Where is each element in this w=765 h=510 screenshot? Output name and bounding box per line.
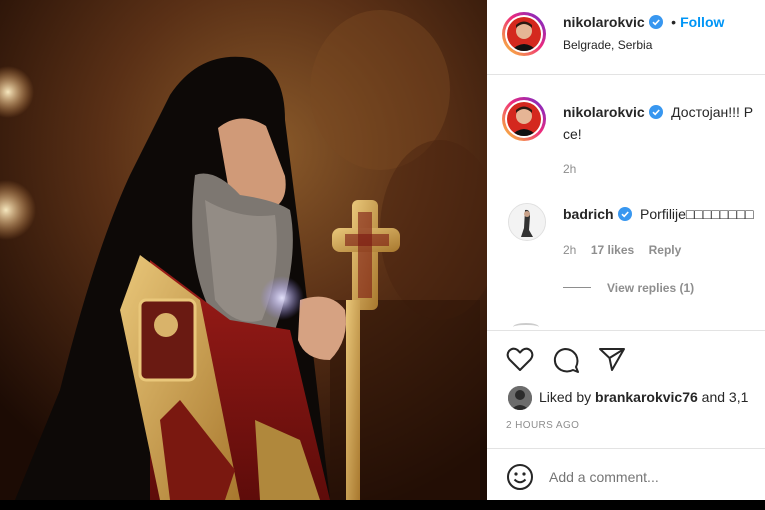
liked-by-row: Liked by brankarokvic76 and 3,1 xyxy=(487,381,765,415)
comment-icon[interactable] xyxy=(552,346,580,379)
caption-text: Достојан!!! P xyxy=(671,104,754,120)
comment-username[interactable]: badrich xyxy=(563,206,614,222)
comment-avatar[interactable] xyxy=(508,203,546,241)
comment-row: badrich Porfilije□□□□□□□□ 2h 17 likes Re… xyxy=(487,195,765,325)
liked-by-avatar[interactable] xyxy=(508,386,532,410)
caption-time[interactable]: 2h xyxy=(563,162,576,176)
view-replies-label: View replies (1) xyxy=(607,281,695,295)
reply-button[interactable]: Reply xyxy=(649,243,682,257)
comment-input[interactable] xyxy=(549,465,759,489)
verified-badge-icon xyxy=(648,105,663,124)
header-location[interactable]: Belgrade, Serbia xyxy=(563,38,652,52)
comment-likes[interactable]: 17 likes xyxy=(591,243,634,257)
header-dot: • xyxy=(671,14,677,30)
liked-by-suffix[interactable]: and 3,1 xyxy=(702,389,749,405)
caption-text-continued: се! xyxy=(563,126,582,142)
avatar-image xyxy=(507,17,541,51)
verified-badge-icon xyxy=(617,207,632,226)
caption-avatar[interactable] xyxy=(502,97,546,141)
share-icon[interactable] xyxy=(598,346,626,377)
avatar-image xyxy=(509,204,545,240)
comment-text: Porfilije□□□□□□□□ xyxy=(640,206,754,222)
post-details-panel: nikolarokvic • Follow Belgrade, Serbia n… xyxy=(487,0,765,500)
caption-row: nikolarokvic Достојан!!! P се! 2h xyxy=(487,75,765,185)
liked-by-prefix: Liked by xyxy=(539,389,592,405)
liked-by-user[interactable]: brankarokvic76 xyxy=(595,389,698,405)
emoji-icon[interactable] xyxy=(506,463,534,496)
heart-icon[interactable] xyxy=(506,346,534,377)
comment-time[interactable]: 2h xyxy=(563,243,576,257)
avatar-image xyxy=(507,102,541,136)
caption-username[interactable]: nikolarokvic xyxy=(563,104,645,120)
post-timestamp[interactable]: 2 HOURS AGO xyxy=(506,420,579,431)
header-username[interactable]: nikolarokvic xyxy=(563,14,645,30)
action-bar xyxy=(487,331,765,381)
bottom-band xyxy=(0,500,765,510)
post-image xyxy=(0,0,487,500)
add-comment-bar xyxy=(487,449,765,500)
replies-line xyxy=(563,287,591,289)
avatar-image xyxy=(508,386,532,410)
header-avatar[interactable] xyxy=(502,12,546,56)
follow-button[interactable]: Follow xyxy=(680,14,724,30)
view-replies-button[interactable]: View replies (1) xyxy=(563,279,694,297)
post-header: nikolarokvic • Follow Belgrade, Serbia xyxy=(487,0,765,70)
instagram-post-window: nikolarokvic • Follow Belgrade, Serbia n… xyxy=(0,0,765,510)
post-photo[interactable] xyxy=(0,0,487,500)
verified-badge-icon xyxy=(648,15,663,34)
